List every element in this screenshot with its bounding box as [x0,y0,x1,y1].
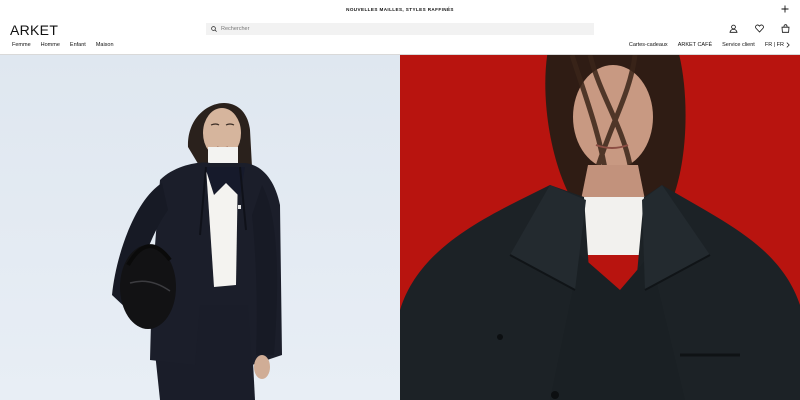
nav-item-maison[interactable]: Maison [96,42,114,48]
search-icon [211,26,217,32]
heart-icon[interactable] [754,23,764,33]
chevron-right-icon [786,42,790,48]
plus-icon[interactable] [779,3,791,15]
site-header: ARKET Femme Homme Enfant [0,18,800,55]
nav-item-customer-service[interactable]: Service client [722,42,755,48]
nav-item-gift-cards[interactable]: Cartes-cadeaux [629,42,668,48]
bag-icon[interactable] [780,23,790,33]
main-nav: Femme Homme Enfant Maison [12,42,114,48]
promo-bar: NOUVELLES MAILLES, STYLES RAFFINÉS [0,0,800,18]
hero-section [0,55,800,400]
promo-text[interactable]: NOUVELLES MAILLES, STYLES RAFFINÉS [346,7,454,12]
locale-selector[interactable]: FR | FR [765,42,790,48]
header-icons [728,23,790,33]
nav-item-enfant[interactable]: Enfant [70,42,86,48]
nav-item-arket-cafe[interactable]: ARKET CAFÉ [678,42,712,48]
nav-item-homme[interactable]: Homme [41,42,60,48]
search-bar[interactable] [206,23,594,35]
utility-nav: Cartes-cadeaux ARKET CAFÉ Service client… [629,42,790,48]
search-input[interactable] [221,24,581,34]
logo[interactable]: ARKET [10,22,58,38]
locale-label: FR | FR [764,42,784,48]
hero-image-right[interactable] [400,55,800,400]
account-icon[interactable] [728,23,738,33]
hero-image-left[interactable] [0,55,400,400]
nav-item-femme[interactable]: Femme [12,42,31,48]
